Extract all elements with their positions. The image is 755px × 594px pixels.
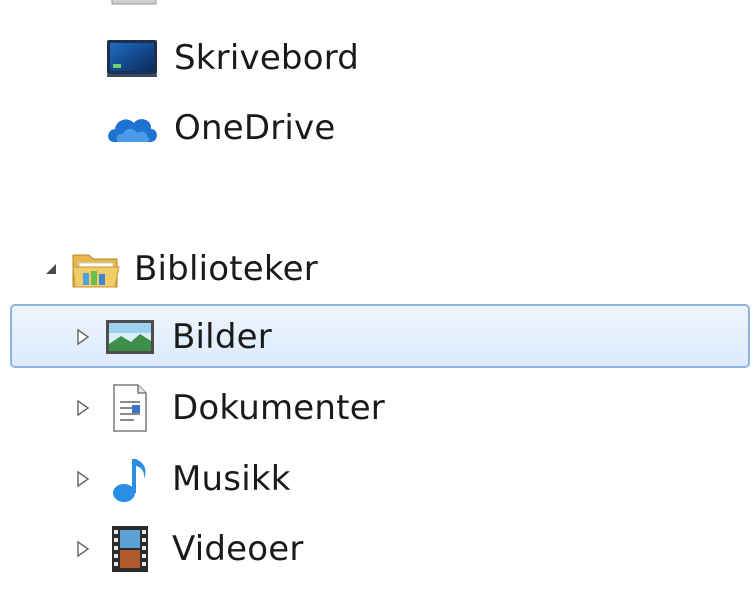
desktop-icon xyxy=(104,34,160,82)
pictures-icon xyxy=(102,313,158,361)
nav-item-label: Musikk xyxy=(172,459,291,499)
nav-item-label: Videoer xyxy=(172,529,304,569)
nav-item-label: Dokumenter xyxy=(172,388,385,428)
nav-item-label: Skrivebord xyxy=(174,38,360,78)
expanded-arrow-icon[interactable] xyxy=(38,254,64,284)
documents-icon xyxy=(102,384,158,432)
collapsed-arrow-icon[interactable] xyxy=(70,534,96,564)
collapsed-arrow-icon[interactable] xyxy=(70,322,96,352)
nav-item-bilder[interactable]: Bilder xyxy=(70,306,272,368)
collapsed-arrow-icon[interactable] xyxy=(70,393,96,423)
nav-item-onedrive[interactable]: OneDrive xyxy=(104,97,335,159)
onedrive-cloud-icon xyxy=(104,104,160,152)
cut-off-item-icon xyxy=(111,0,157,5)
navigation-pane: Skrivebord OneDrive Biblioteker Bilder D… xyxy=(0,0,755,594)
videos-filmstrip-icon xyxy=(102,525,158,573)
nav-item-label: Bilder xyxy=(172,317,272,357)
music-note-icon xyxy=(102,455,158,503)
nav-item-videoer[interactable]: Videoer xyxy=(70,518,304,580)
nav-item-biblioteker[interactable]: Biblioteker xyxy=(38,238,318,300)
nav-item-skrivebord[interactable]: Skrivebord xyxy=(104,27,359,89)
nav-item-label: Biblioteker xyxy=(134,249,318,289)
nav-item-dokumenter[interactable]: Dokumenter xyxy=(70,377,385,439)
collapsed-arrow-icon[interactable] xyxy=(70,464,96,494)
libraries-folder-icon xyxy=(68,245,124,293)
nav-item-label: OneDrive xyxy=(174,108,336,148)
cut-off-item xyxy=(110,0,158,12)
nav-item-musikk[interactable]: Musikk xyxy=(70,448,291,510)
